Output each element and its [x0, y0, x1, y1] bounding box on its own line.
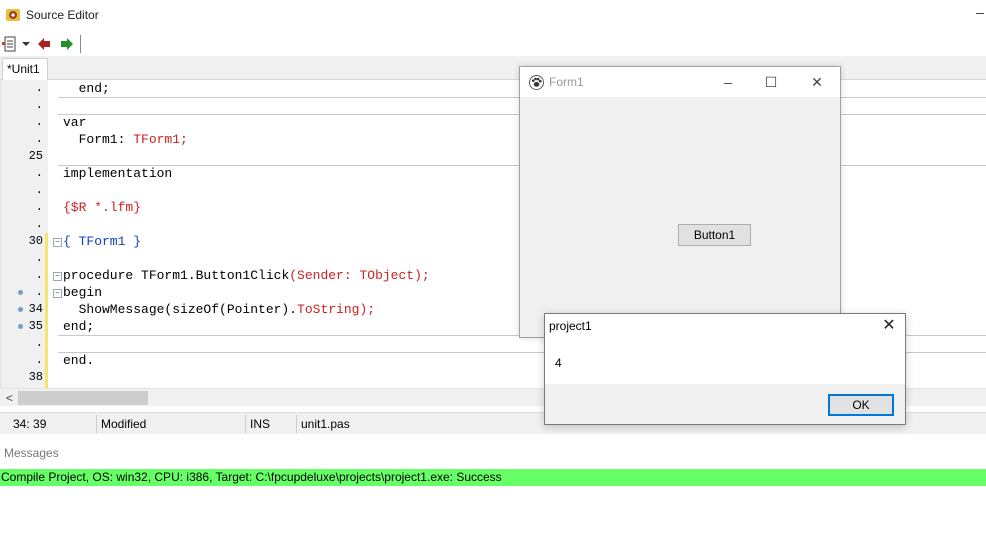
editor-toolbar [0, 31, 986, 57]
back-arrow-icon[interactable] [37, 36, 51, 52]
gutter-line[interactable]: 35 [1, 318, 45, 335]
code-list-icon[interactable] [2, 36, 18, 52]
line-number: . [35, 336, 43, 350]
gutter-line[interactable]: . [1, 114, 45, 131]
gutter-line[interactable]: . [1, 165, 45, 182]
line-number: . [35, 166, 43, 180]
status-divider [296, 415, 297, 433]
line-number: 38 [28, 370, 43, 384]
gutter-line[interactable]: . [1, 97, 45, 114]
form1-title: Form1 [549, 75, 584, 89]
gutter-line[interactable]: 34 [1, 301, 45, 318]
breakpoint-dot-icon[interactable] [18, 290, 23, 295]
gutter-line[interactable]: . [1, 80, 45, 97]
line-number: 34 [28, 302, 43, 316]
fold-toggle[interactable]: − [53, 272, 62, 281]
minimize-button[interactable]: – [718, 72, 738, 92]
background-window-strip [0, 434, 986, 442]
dialog-message: 4 [555, 356, 562, 370]
scroll-left-icon[interactable]: < [6, 391, 13, 405]
fold-toggle[interactable]: − [53, 289, 62, 298]
form1-window: Form1 – ☐ ✕ Button1 [519, 66, 841, 338]
tab-unit1[interactable]: *Unit1 [2, 58, 48, 81]
line-number: . [35, 200, 43, 214]
cursor-position: 34: 39 [13, 417, 47, 431]
dialog-title: project1 [549, 319, 592, 333]
messages-panel: Messages [0, 442, 986, 467]
line-number: 25 [28, 149, 43, 163]
line-number: . [35, 285, 43, 299]
breakpoint-dot-icon[interactable] [18, 307, 23, 312]
status-divider [245, 415, 246, 433]
fold-toggle[interactable]: − [53, 238, 62, 247]
gutter-line[interactable]: 38 [1, 369, 45, 386]
breakpoint-dot-icon[interactable] [18, 324, 23, 329]
insert-mode: INS [250, 417, 271, 431]
messages-title: Messages [4, 446, 59, 460]
gutter-line[interactable]: . [1, 216, 45, 233]
gutter-line[interactable]: . [1, 284, 45, 301]
ok-button[interactable]: OK [828, 394, 894, 416]
gutter-line[interactable]: . [1, 335, 45, 352]
close-button[interactable]: ✕ [807, 72, 827, 92]
message-dialog: project1 ✕ 4 OK [544, 313, 906, 425]
close-icon[interactable]: ✕ [879, 316, 899, 336]
line-number: . [35, 98, 43, 112]
gutter-line[interactable]: . [1, 352, 45, 369]
line-number: . [35, 115, 43, 129]
gutter-line[interactable]: 30 [1, 233, 45, 250]
lazarus-icon [6, 9, 20, 21]
modified-line-marker [45, 233, 48, 388]
file-name: unit1.pas [301, 417, 350, 431]
gutter-line[interactable]: . [1, 131, 45, 148]
compile-success-message[interactable]: Compile Project, OS: win32, CPU: i386, T… [0, 469, 986, 486]
line-number: . [35, 251, 43, 265]
editor-titlebar: Source Editor – [0, 0, 986, 31]
line-number: . [35, 268, 43, 282]
toolbar-separator [80, 35, 81, 53]
gutter-line[interactable]: . [1, 250, 45, 267]
chevron-down-icon[interactable] [21, 36, 31, 52]
gutter-line[interactable]: . [1, 182, 45, 199]
line-number: . [35, 132, 43, 146]
line-number: . [35, 81, 43, 95]
status-divider [96, 415, 97, 433]
maximize-button[interactable]: ☐ [761, 72, 781, 92]
line-number: . [35, 217, 43, 231]
line-number: 35 [28, 319, 43, 333]
modified-status: Modified [101, 417, 147, 431]
minimize-button[interactable]: – [976, 4, 986, 24]
dialog-footer: OK [545, 384, 905, 424]
window-title: Source Editor [26, 8, 99, 22]
gutter-line[interactable]: . [1, 199, 45, 216]
line-number: . [35, 183, 43, 197]
modified-lines-bar [45, 80, 48, 388]
gutter-line[interactable]: . [1, 267, 45, 284]
line-number: 30 [28, 234, 43, 248]
gutter-line[interactable]: 25 [1, 148, 45, 165]
line-number: . [35, 353, 43, 367]
forward-arrow-icon[interactable] [60, 36, 74, 52]
scrollbar-thumb[interactable] [18, 391, 148, 405]
line-gutter[interactable]: .... 25.... 30... 34 35.. 38 [1, 80, 49, 388]
paw-icon [529, 75, 544, 90]
form1-titlebar: Form1 – ☐ ✕ [520, 67, 840, 97]
button1[interactable]: Button1 [678, 224, 751, 246]
